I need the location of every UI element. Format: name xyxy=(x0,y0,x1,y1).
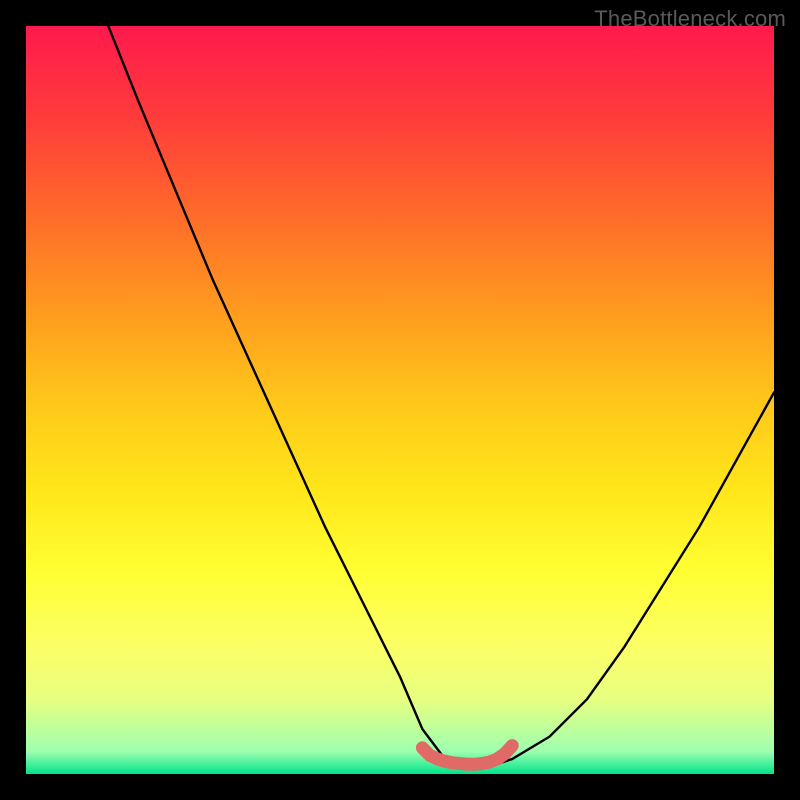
chart-plot-area xyxy=(26,26,774,774)
bottleneck-curve xyxy=(108,26,774,767)
chart-frame: TheBottleneck.com xyxy=(0,0,800,800)
chart-svg xyxy=(26,26,774,774)
watermark-text: TheBottleneck.com xyxy=(594,6,786,32)
